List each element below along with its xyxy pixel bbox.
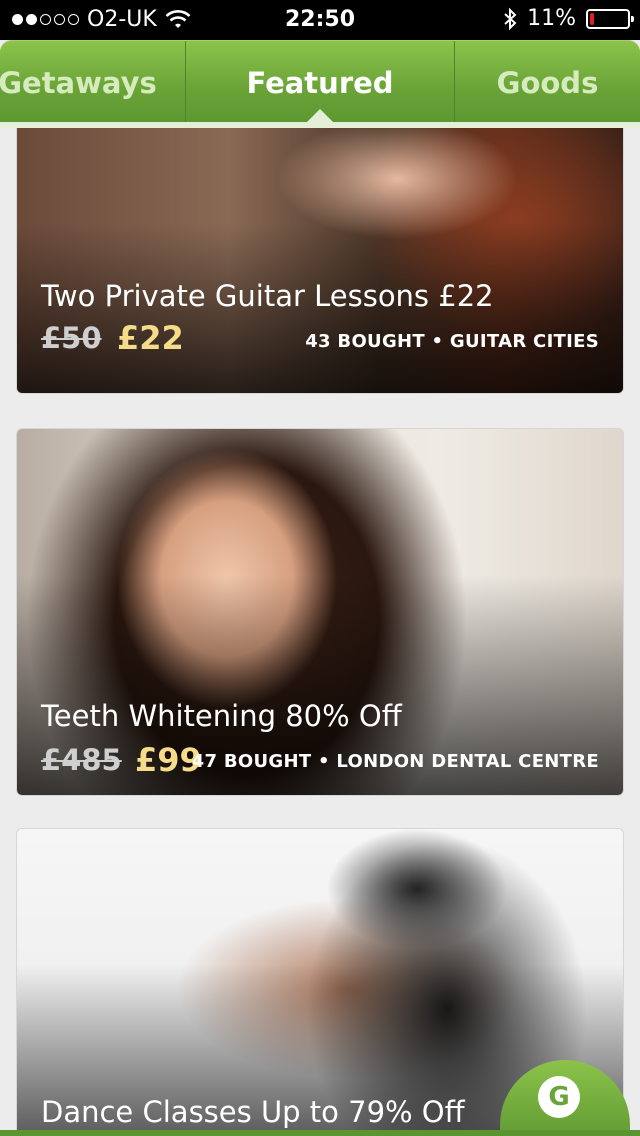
- deals-list[interactable]: Two Private Guitar Lessons £22 £50 £22 4…: [0, 128, 640, 1136]
- deal-original-price: £50: [41, 321, 102, 355]
- battery-percent: 11%: [527, 6, 576, 31]
- groupon-g-icon: G: [538, 1076, 580, 1118]
- deal-card-guitar[interactable]: Two Private Guitar Lessons £22 £50 £22 4…: [16, 128, 624, 394]
- deal-title: Teeth Whitening 80% Off: [41, 699, 402, 733]
- deal-meta: 43 BOUGHT • GUITAR CITIES: [305, 331, 599, 352]
- deal-price: £22: [117, 319, 184, 357]
- deal-card-teeth[interactable]: Teeth Whitening 80% Off £485 £99 47 BOUG…: [16, 428, 624, 796]
- groupon-menu-button[interactable]: G: [500, 1046, 630, 1136]
- deal-original-price: £485: [41, 743, 122, 777]
- bluetooth-icon: [504, 7, 517, 30]
- battery-icon: [586, 8, 634, 29]
- category-tab-bar: Getaways Featured Goods: [0, 40, 640, 128]
- active-tab-indicator-icon: [306, 109, 334, 123]
- tab-getaways[interactable]: Getaways: [0, 41, 186, 125]
- bottom-strip: [0, 1130, 640, 1136]
- deal-meta: 47 BOUGHT • LONDON DENTAL CENTRE: [191, 751, 599, 772]
- battery-level: [590, 12, 594, 25]
- tab-goods[interactable]: Goods: [454, 41, 640, 125]
- deal-title: Dance Classes Up to 79% Off: [41, 1095, 465, 1129]
- status-bar: O2-UK 22:50 11%: [0, 0, 640, 40]
- deal-title: Two Private Guitar Lessons £22: [41, 279, 494, 313]
